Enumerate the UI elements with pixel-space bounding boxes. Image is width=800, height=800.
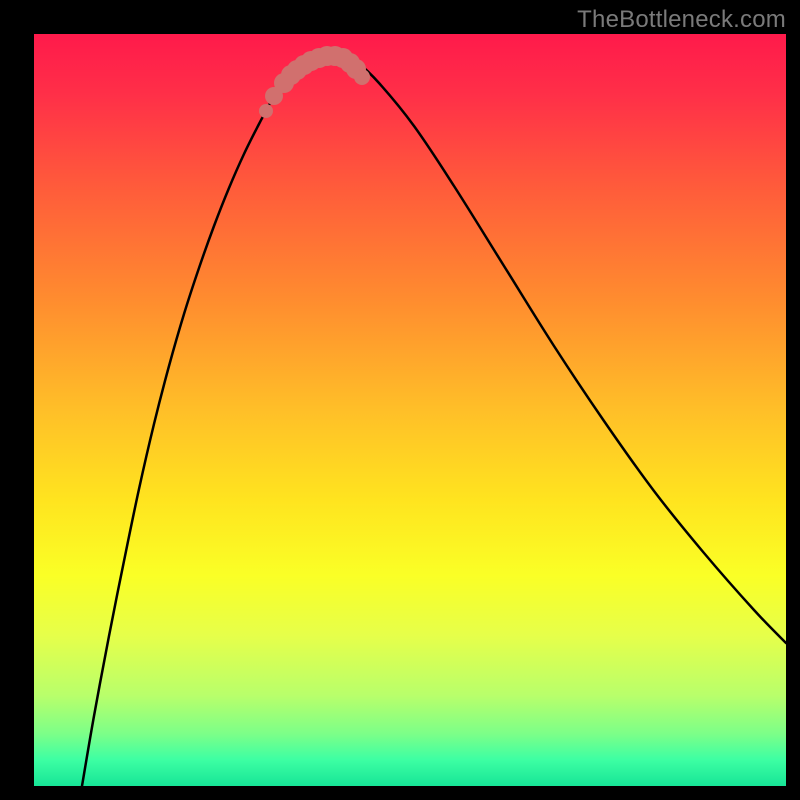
chart-svg	[34, 34, 786, 786]
gradient-background	[34, 34, 786, 786]
valley-marker	[354, 69, 370, 85]
chart-frame: TheBottleneck.com	[0, 0, 800, 800]
valley-marker	[259, 104, 273, 118]
plot-area	[34, 34, 786, 786]
watermark-text: TheBottleneck.com	[577, 6, 786, 34]
